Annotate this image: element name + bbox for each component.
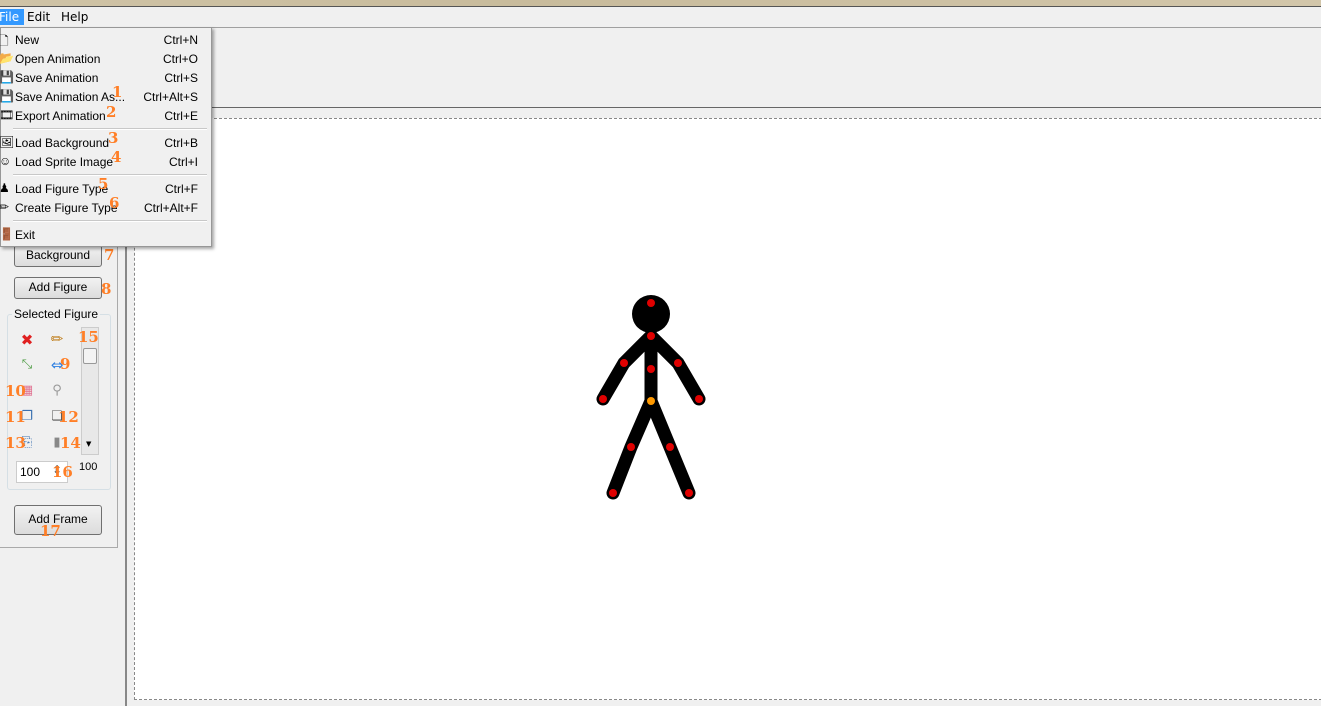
- marker-15: 15: [78, 328, 99, 346]
- menu-item-open-animation[interactable]: 📂 Open Animation Ctrl+O: [0, 49, 209, 68]
- menu-edit[interactable]: Edit: [22, 9, 55, 25]
- menubar: File Edit Help: [0, 7, 1321, 27]
- marker-13: 13: [5, 434, 26, 452]
- menu-item-label: Save Animation As...: [15, 90, 126, 104]
- menu-item-shortcut: Ctrl+S: [164, 71, 198, 85]
- marker-12: 12: [58, 408, 79, 426]
- stick-figure[interactable]: [135, 119, 1321, 699]
- menu-item-label: Load Sprite Image: [15, 155, 114, 169]
- menu-item-shortcut: Ctrl+Alt+S: [143, 90, 198, 104]
- pencil-icon[interactable]: ✏: [48, 330, 66, 348]
- delete-icon[interactable]: ✖: [18, 331, 36, 349]
- menu-item-shortcut: Ctrl+F: [165, 182, 198, 196]
- menu-item-save-animation[interactable]: 💾 Save Animation Ctrl+S: [0, 68, 209, 87]
- marker-2: 2: [106, 103, 117, 121]
- joint-handle[interactable]: [627, 443, 635, 451]
- file-menu-dropdown: 🗋 New Ctrl+N 📂 Open Animation Ctrl+O 💾 Save Ani…: [0, 27, 212, 247]
- window-title-strip: [0, 0, 1321, 7]
- film-icon: 🎞: [0, 108, 15, 122]
- joint-tool-icon[interactable]: ⚲: [48, 383, 66, 398]
- save-as-icon: 💾: [0, 89, 14, 103]
- joint-handle[interactable]: [647, 299, 655, 307]
- menu-item-label: Create Figure Type: [15, 201, 118, 215]
- background-icon: 🖼: [0, 135, 15, 149]
- joint-handle[interactable]: [685, 489, 693, 497]
- root-joint-handle[interactable]: [647, 397, 655, 405]
- frames-strip[interactable]: [210, 27, 1321, 108]
- pencil-icon: ✏: [0, 200, 10, 214]
- joint-handle[interactable]: [647, 365, 655, 373]
- menu-item-shortcut: Ctrl+O: [162, 52, 198, 66]
- joint-handle[interactable]: [666, 443, 674, 451]
- menu-item-label: Exit: [15, 228, 36, 242]
- menu-item-save-animation-as[interactable]: 💾 Save Animation As... Ctrl+Alt+S: [0, 87, 209, 106]
- menu-separator: [13, 174, 207, 176]
- save-icon: 💾: [0, 70, 14, 84]
- menu-item-label: Load Figure Type: [15, 182, 109, 196]
- menu-item-shortcut: Ctrl+N: [163, 33, 198, 47]
- selected-figure-group: Selected Figure ✖ ✏ ⤡ ⇔ ▦ ⚲ ❐ ❏ ⎘ ▮ ▼ 10…: [5, 307, 111, 490]
- menu-help[interactable]: Help: [56, 9, 93, 25]
- menu-item-label: Load Background: [15, 136, 110, 150]
- marker-9: 9: [60, 355, 71, 373]
- open-icon: 📂: [0, 51, 14, 65]
- marker-6: 6: [109, 194, 120, 212]
- menu-item-shortcut: Ctrl+B: [164, 136, 198, 150]
- marker-17: 17: [40, 522, 61, 540]
- marker-4: 4: [111, 148, 122, 166]
- shrink-icon[interactable]: ⤡: [18, 357, 36, 372]
- scrollbar-thumb[interactable]: [83, 348, 97, 364]
- smiley-icon: ☺: [0, 154, 12, 168]
- figure-right-arm: [644, 329, 706, 406]
- menu-item-exit[interactable]: 🚪 Exit: [0, 225, 209, 244]
- marker-5: 5: [98, 175, 109, 193]
- add-figure-button[interactable]: Add Figure: [14, 277, 102, 299]
- menu-item-new[interactable]: 🗋 New Ctrl+N: [0, 30, 209, 49]
- joint-handle[interactable]: [609, 489, 617, 497]
- marker-8: 8: [101, 280, 112, 298]
- menu-item-shortcut: Ctrl+Alt+F: [143, 201, 198, 215]
- exit-icon: 🚪: [0, 227, 14, 241]
- group-title: Selected Figure: [12, 307, 101, 321]
- joint-handle[interactable]: [620, 359, 628, 367]
- menu-item-load-background[interactable]: 🖼 Load Background Ctrl+B: [0, 133, 209, 152]
- marker-16: 16: [52, 463, 73, 481]
- marker-1: 1: [112, 83, 123, 101]
- menu-item-shortcut: Ctrl+E: [164, 109, 198, 123]
- marker-3: 3: [108, 129, 119, 147]
- menu-separator: [13, 128, 207, 130]
- menu-item-create-figure-type[interactable]: ✏ Create Figure Type Ctrl+Alt+F: [0, 198, 209, 217]
- menu-item-load-sprite-image[interactable]: ☺ Load Sprite Image Ctrl+I: [0, 152, 209, 171]
- menu-file[interactable]: File: [0, 9, 25, 25]
- marker-11: 11: [5, 408, 26, 426]
- animation-canvas[interactable]: [134, 118, 1321, 700]
- menu-item-label: New: [15, 33, 40, 47]
- figure-icon: ♟: [0, 181, 10, 195]
- marker-14: 14: [60, 434, 81, 452]
- marker-7: 7: [104, 246, 115, 264]
- joint-handle[interactable]: [599, 395, 607, 403]
- menu-item-shortcut: Ctrl+I: [168, 155, 198, 169]
- menu-item-label: Save Animation: [15, 71, 99, 85]
- joint-handle[interactable]: [647, 332, 655, 340]
- marker-10: 10: [5, 382, 26, 400]
- scale-input-value: 100: [20, 465, 41, 479]
- scroll-down-icon[interactable]: ▼: [86, 440, 91, 448]
- scale-label: 100: [79, 461, 98, 473]
- figure-left-arm: [596, 329, 658, 406]
- menu-item-label: Open Animation: [15, 52, 101, 66]
- joint-handle[interactable]: [695, 395, 703, 403]
- menu-item-label: Export Animation: [15, 109, 106, 123]
- menu-separator: [13, 220, 207, 222]
- scale-scrollbar[interactable]: ▼: [81, 327, 99, 455]
- menu-item-export-animation[interactable]: 🎞 Export Animation Ctrl+E: [0, 106, 209, 125]
- background-button[interactable]: Background: [14, 245, 102, 267]
- joint-handle[interactable]: [674, 359, 682, 367]
